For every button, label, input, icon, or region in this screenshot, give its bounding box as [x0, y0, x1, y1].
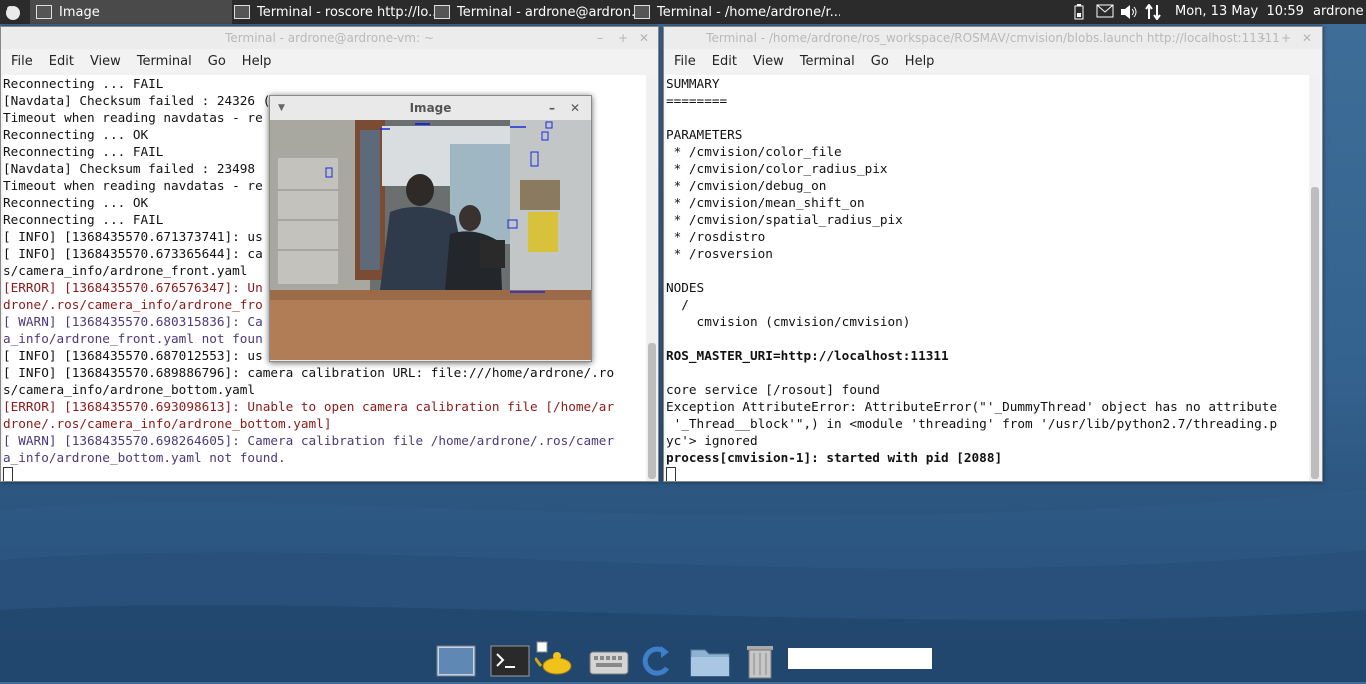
window-title: Terminal - /home/ardrone/ros_workspace/R…: [706, 31, 1280, 45]
menu-view[interactable]: View: [745, 49, 792, 75]
terminal-line: drone/.ros/camera_info/ardrone_bottom.ya…: [3, 416, 332, 431]
task-label: Terminal - ardrone@ardron...: [457, 4, 634, 20]
terminal-line: '_Thread__block'",) in <module 'threadin…: [666, 416, 1278, 431]
terminal-line: * /cmvision/color_radius_pix: [666, 161, 888, 176]
terminal-line: * /rosdistro: [666, 229, 766, 244]
maximize-icon[interactable]: +: [1281, 27, 1291, 49]
window-titlebar[interactable]: Terminal - /home/ardrone/ros_workspace/R…: [664, 27, 1322, 49]
window-title: Image: [409, 101, 452, 115]
terminal-line: * /cmvision/mean_shift_on: [666, 195, 865, 210]
task-terminal-home[interactable]: Terminal - /home/ardrone/r...: [630, 0, 840, 24]
xfce-mouse-icon: [6, 6, 20, 20]
terminal-icon: [234, 5, 250, 19]
minimize-icon[interactable]: –: [1260, 27, 1266, 49]
terminal-line: core service [/rosout] found: [666, 382, 880, 397]
show-desktop-icon[interactable]: [435, 640, 477, 680]
terminal-line: [ERROR] [1368435570.693098613]: Unable t…: [3, 399, 615, 414]
menu-help[interactable]: Help: [234, 49, 280, 75]
terminal-line: cmvision (cmvision/cmvision): [666, 314, 911, 329]
window-icon: [36, 5, 52, 19]
trash-icon[interactable]: [739, 640, 781, 680]
window-title: Terminal - ardrone@ardrone-vm: ~: [225, 31, 434, 45]
terminal-line: * /cmvision/debug_on: [666, 178, 827, 193]
task-label: Terminal - /home/ardrone/r...: [657, 4, 840, 20]
network-arrows-icon[interactable]: [1144, 3, 1162, 21]
terminal-line: * /rosversion: [666, 246, 773, 261]
terminal-cursor: [666, 466, 1309, 481]
refresh-icon[interactable]: [635, 640, 677, 680]
task-label: Terminal - roscore http://lo...: [257, 4, 434, 20]
menu-view[interactable]: View: [82, 49, 129, 75]
keyboard-icon[interactable]: [588, 640, 630, 680]
minimize-icon[interactable]: –: [597, 27, 603, 49]
terminal-line: /: [666, 297, 689, 312]
terminal-line: a_info/ardrone_bottom.yaml not found.: [3, 450, 286, 465]
volume-icon[interactable]: [1119, 4, 1139, 20]
terminal-icon: [634, 5, 650, 19]
menu-go[interactable]: Go: [200, 49, 234, 75]
minimize-icon[interactable]: –: [549, 96, 555, 120]
menubar: File Edit View Terminal Go Help: [1, 49, 658, 75]
terminal-line: NODES: [666, 280, 705, 295]
terminal-icon[interactable]: [489, 640, 531, 680]
menu-help[interactable]: Help: [897, 49, 943, 75]
menubar: File Edit View Terminal Go Help: [664, 49, 1322, 75]
task-label: Image: [59, 4, 100, 20]
menu-file[interactable]: File: [666, 49, 704, 75]
close-icon[interactable]: ✕: [639, 27, 649, 49]
terminal-line: PARAMETERS: [666, 127, 743, 142]
scrollbar[interactable]: [647, 75, 657, 481]
terminal-line: SUMMARY: [666, 76, 720, 91]
close-icon[interactable]: ✕: [1302, 27, 1312, 49]
top-panel: Image Terminal - roscore http://lo... Te…: [0, 0, 1366, 24]
camera-image: [270, 120, 591, 360]
terminal-line: yc'> ignored: [666, 433, 758, 448]
menu-arrow-icon[interactable]: ▼: [278, 96, 285, 120]
terminal-output[interactable]: SUMMARY ======== PARAMETERS * /cmvision/co…: [666, 75, 1309, 481]
dock-search-input[interactable]: [788, 648, 932, 669]
scrollbar[interactable]: [1310, 75, 1320, 481]
task-terminal-ardrone[interactable]: Terminal - ardrone@ardron...: [430, 0, 634, 24]
menu-edit[interactable]: Edit: [704, 49, 745, 75]
terminal-line: * /cmvision/spatial_radius_pix: [666, 212, 903, 227]
terminal-line: ROS_MASTER_URI=http://localhost:11311: [666, 348, 949, 363]
terminal-icon: [434, 5, 450, 19]
close-icon[interactable]: ✕: [570, 96, 580, 120]
menu-terminal[interactable]: Terminal: [129, 49, 200, 75]
battery-icon[interactable]: [1072, 4, 1086, 20]
menu-terminal[interactable]: Terminal: [792, 49, 863, 75]
terminal-line: s/camera_info/ardrone_bottom.yaml: [3, 382, 256, 397]
menu-go[interactable]: Go: [863, 49, 897, 75]
terminal-line: ========: [666, 93, 728, 108]
image-window[interactable]: ▼ Image – ✕: [269, 95, 592, 362]
user-menu[interactable]: ardrone: [1313, 0, 1364, 24]
task-terminal-roscore[interactable]: Terminal - roscore http://lo...: [230, 0, 434, 24]
terminal-line: * /cmvision/color_file: [666, 144, 842, 159]
menu-file[interactable]: File: [3, 49, 41, 75]
window-titlebar[interactable]: Terminal - ardrone@ardrone-vm: ~ – + ✕: [1, 27, 658, 49]
maximize-icon[interactable]: +: [618, 27, 628, 49]
right-terminal-window[interactable]: Terminal - /home/ardrone/ros_workspace/R…: [663, 26, 1323, 482]
terminal-line: Exception AttributeError: AttributeError…: [666, 399, 1278, 414]
mail-icon[interactable]: [1095, 4, 1115, 20]
task-image[interactable]: Image: [30, 0, 232, 24]
window-titlebar[interactable]: ▼ Image – ✕: [270, 96, 591, 120]
terminal-line: process[cmvision-1]: started with pid [2…: [666, 450, 1003, 465]
terminal-line: Reconnecting ... FAIL: [3, 76, 164, 91]
terminal-line: [ INFO] [1368435570.689886796]: camera c…: [3, 365, 615, 380]
app-menu-button[interactable]: [2, 2, 24, 22]
folder-icon[interactable]: [689, 640, 731, 680]
genie-lamp-icon[interactable]: [533, 640, 577, 680]
terminal-cursor: [3, 466, 646, 481]
menu-edit[interactable]: Edit: [41, 49, 82, 75]
clock[interactable]: Mon, 13 May 10:59: [1175, 0, 1304, 24]
terminal-line: [ WARN] [1368435570.698264605]: Camera c…: [3, 433, 615, 448]
